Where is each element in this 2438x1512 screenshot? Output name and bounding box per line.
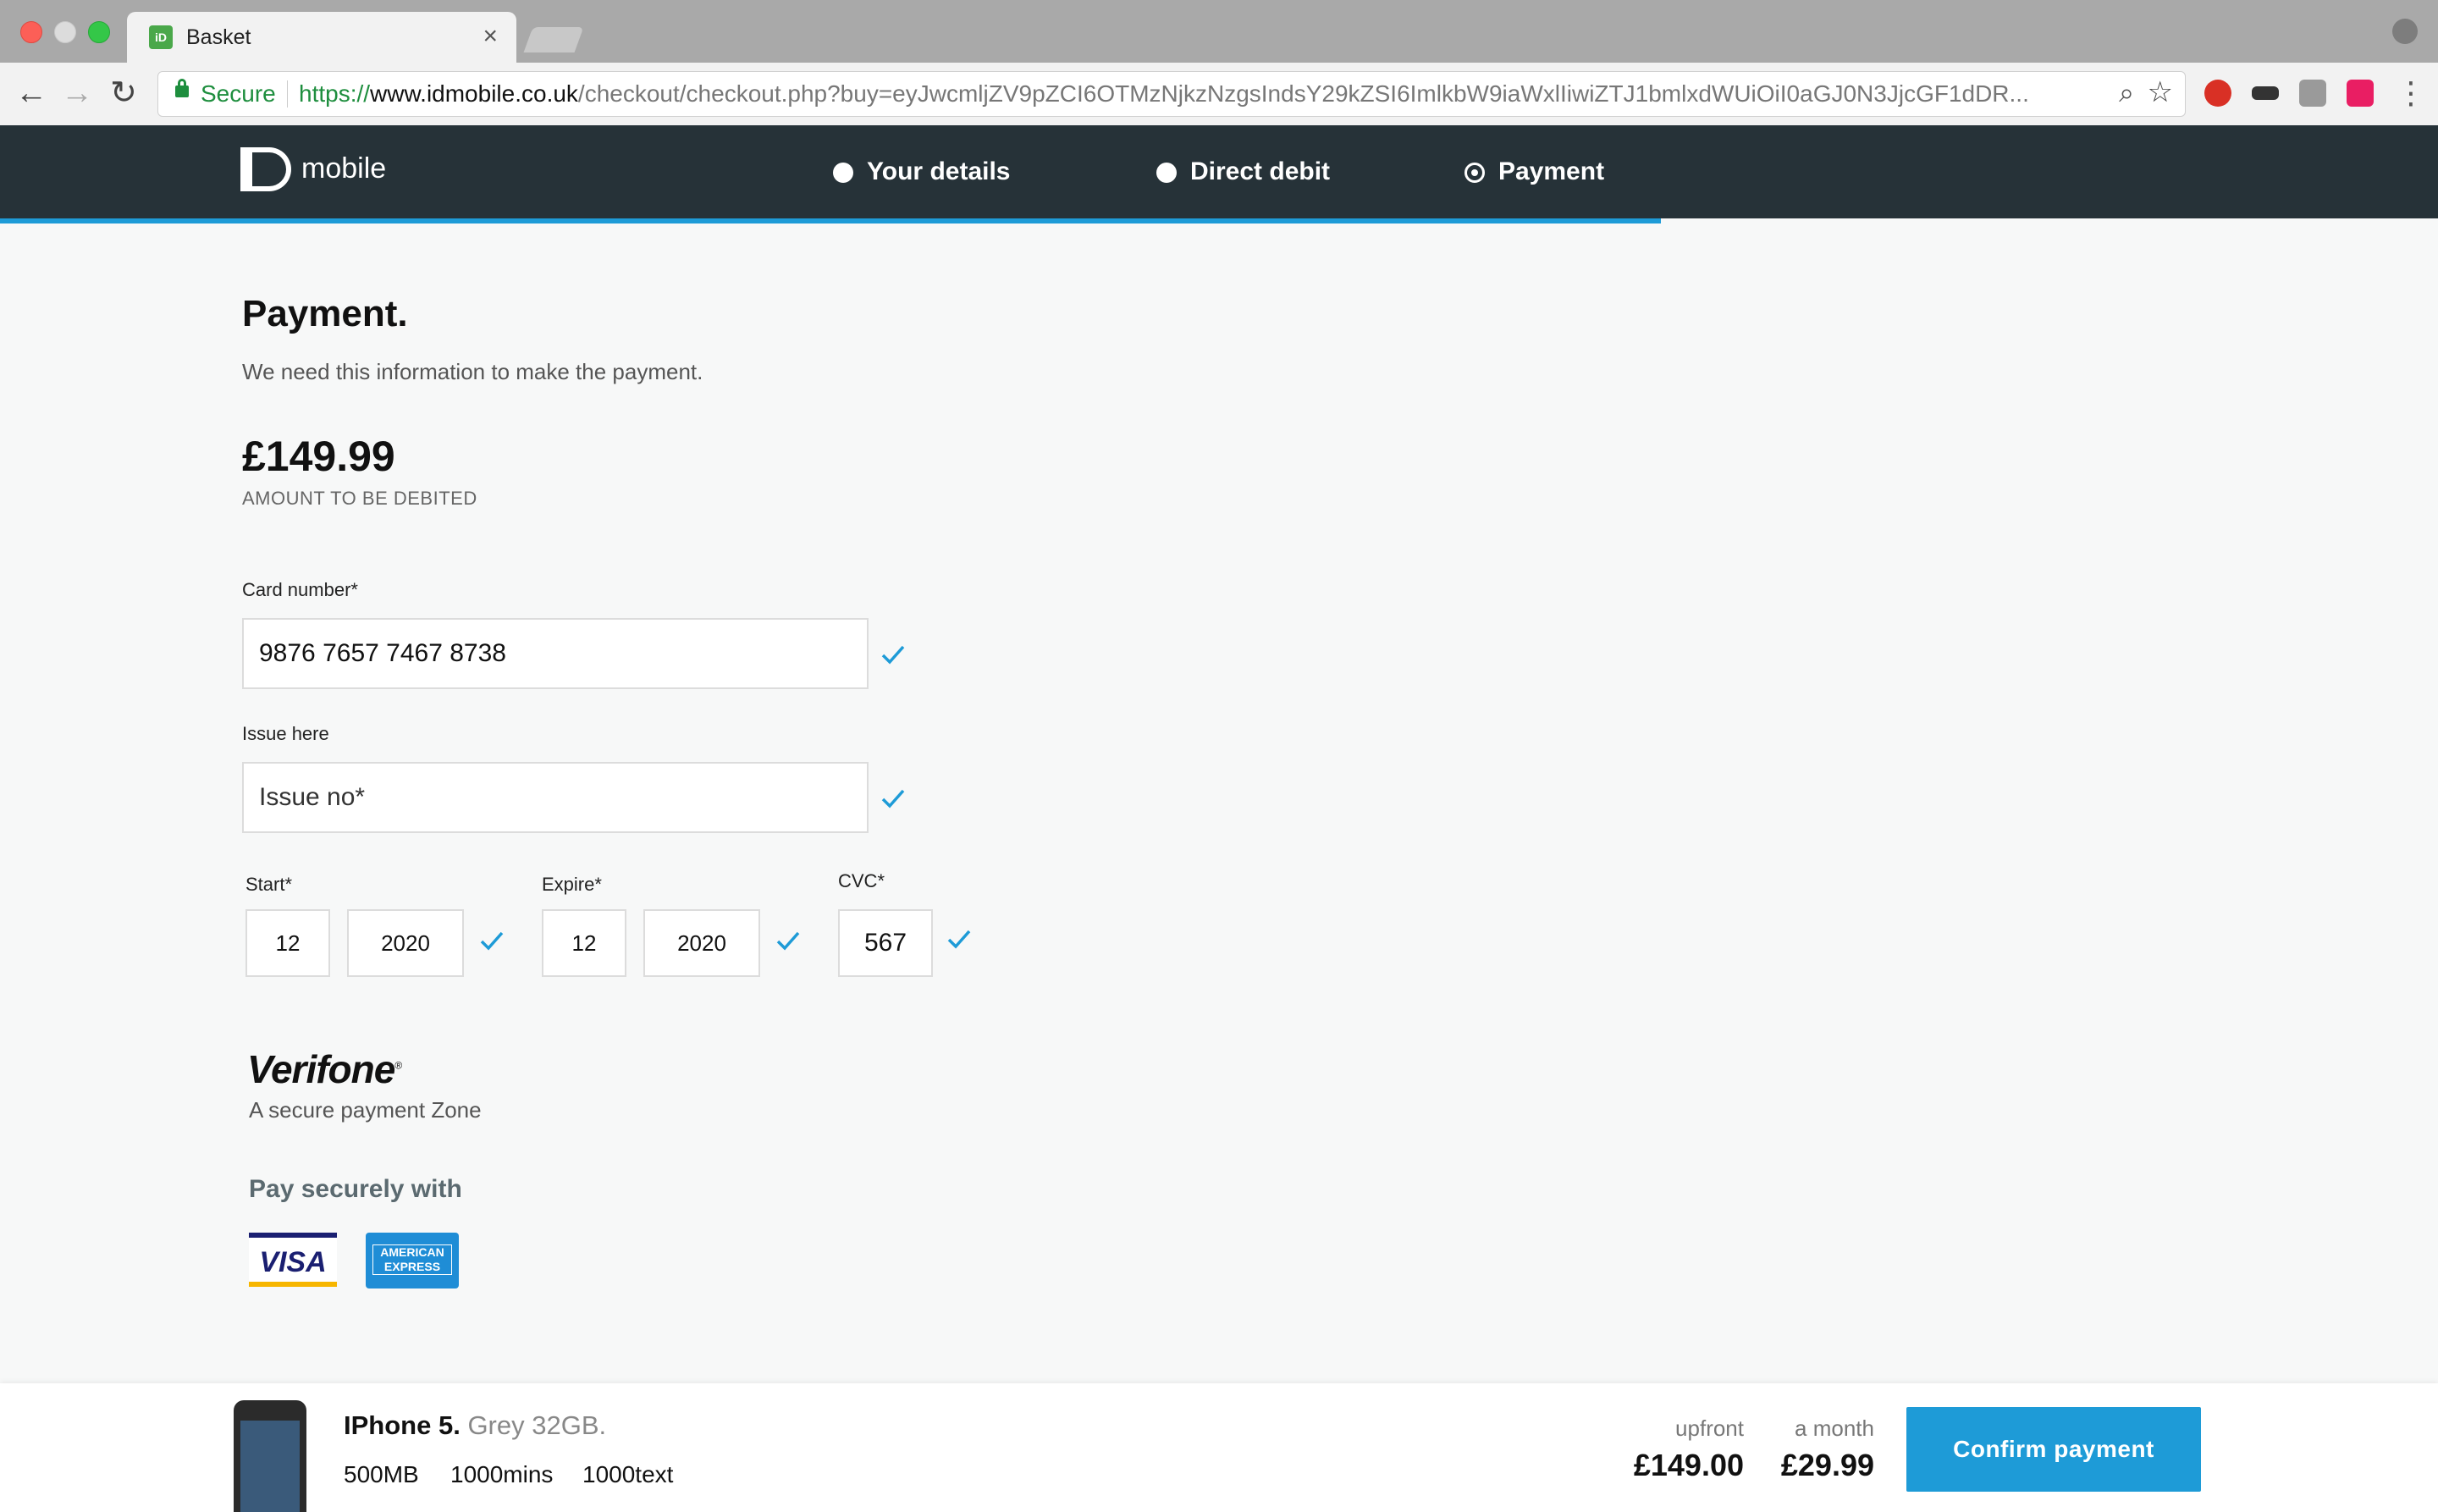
step-active-dot-icon xyxy=(1464,163,1485,183)
monthly-price: £29.99 xyxy=(1780,1448,1874,1482)
product-name: IPhone 5. Grey 32GB. xyxy=(344,1410,606,1441)
product-model: IPhone 5. xyxy=(344,1410,461,1440)
url-path: /checkout/checkout.php?buy=eyJwcmljZV9pZ… xyxy=(577,80,2029,107)
back-arrow-icon[interactable]: ← xyxy=(15,74,47,112)
forward-arrow-icon[interactable]: → xyxy=(61,74,93,112)
extension-camera-icon[interactable] xyxy=(2299,80,2326,107)
url-text[interactable]: https://www.idmobile.co.uk/checkout/chec… xyxy=(299,80,2034,108)
checkout-progress-bar xyxy=(0,218,1661,223)
tab-close-icon[interactable]: × xyxy=(483,22,498,51)
iphone-product-image xyxy=(234,1400,306,1512)
phone-screen xyxy=(240,1421,300,1512)
start-year-input[interactable] xyxy=(347,909,464,977)
start-date-label: Start* xyxy=(245,874,293,895)
pay-securely-heading: Pay securely with xyxy=(249,1175,462,1203)
id-logo-mark-icon xyxy=(240,147,291,191)
reload-icon[interactable]: ↻ xyxy=(110,74,137,112)
page-subtitle: We need this information to make the pay… xyxy=(242,359,703,384)
amex-card-logo: AMERICAN EXPRESS xyxy=(366,1233,459,1289)
issue-number-input[interactable] xyxy=(242,762,869,833)
card-number-valid-check-icon xyxy=(880,642,906,667)
start-date-valid-check-icon xyxy=(479,928,505,953)
cvc-valid-check-icon xyxy=(946,926,972,952)
order-summary-bar: IPhone 5. Grey 32GB. 500MB 1000mins 1000… xyxy=(0,1383,2438,1512)
profile-icon[interactable] xyxy=(2392,19,2418,44)
close-window-button[interactable] xyxy=(20,21,42,43)
extension-adblock-icon[interactable] xyxy=(2204,80,2231,107)
idmobile-favicon-icon: iD xyxy=(149,25,173,49)
page-title: Payment. xyxy=(242,293,408,334)
amount-value: £149.99 xyxy=(242,433,395,480)
browser-tab-bar: iD Basket × xyxy=(0,0,2438,63)
verifone-logo-text: Verifone xyxy=(247,1047,395,1091)
address-bar[interactable]: Secure https://www.idmobile.co.uk/checko… xyxy=(157,71,2186,117)
issue-valid-check-icon xyxy=(880,786,906,811)
expire-date-valid-check-icon xyxy=(775,928,801,953)
new-tab-button[interactable] xyxy=(523,27,584,52)
zoom-icon[interactable]: ⌕ xyxy=(2119,77,2134,109)
browser-tab-basket[interactable]: iD Basket × xyxy=(127,12,516,63)
issue-label: Issue here xyxy=(242,723,329,744)
expire-date-label: Expire* xyxy=(542,874,602,895)
checkout-header: mobile Your details Direct debit Payment xyxy=(0,125,2438,218)
monthly-label: a month xyxy=(1795,1415,1874,1441)
cvc-input[interactable] xyxy=(838,909,933,977)
extension-calendar-icon[interactable] xyxy=(2347,80,2374,107)
maximize-window-button[interactable] xyxy=(88,21,110,43)
secure-label: Secure xyxy=(201,80,276,107)
expire-year-input[interactable] xyxy=(643,909,760,977)
logo-text: mobile xyxy=(301,152,387,185)
url-scheme: https:// xyxy=(299,80,371,107)
lock-icon xyxy=(175,79,189,97)
upfront-price: £149.00 xyxy=(1633,1448,1744,1482)
minimize-window-button[interactable] xyxy=(54,21,76,43)
step-dot-icon xyxy=(1156,163,1177,183)
step-label: Payment xyxy=(1498,157,1605,185)
plan-data-spec: 500MB xyxy=(344,1461,419,1487)
verifone-tagline: A secure payment Zone xyxy=(249,1097,482,1123)
upfront-label: upfront xyxy=(1675,1415,1744,1441)
visa-logo-text: VISA xyxy=(259,1246,327,1278)
tab-title: Basket xyxy=(186,25,251,49)
registered-mark: ® xyxy=(394,1059,402,1072)
visa-card-logo: VISA xyxy=(249,1233,337,1287)
url-host: www.idmobile.co.uk xyxy=(370,80,578,107)
product-variant: Grey 32GB. xyxy=(467,1410,607,1440)
extension-incognito-icon[interactable] xyxy=(2252,86,2279,100)
card-number-label: Card number* xyxy=(242,579,358,600)
step-label: Your details xyxy=(867,157,1011,185)
step-dot-icon xyxy=(833,163,853,183)
amount-caption: AMOUNT TO BE DEBITED xyxy=(242,488,477,509)
cvc-label: CVC* xyxy=(838,870,885,891)
plan-texts-spec: 1000text xyxy=(582,1461,674,1487)
browser-menu-icon[interactable]: ⋮ xyxy=(2396,74,2426,112)
start-month-input[interactable] xyxy=(245,909,330,977)
amex-logo-text: AMERICAN EXPRESS xyxy=(372,1244,452,1275)
plan-minutes-spec: 1000mins xyxy=(450,1461,554,1487)
verifone-logo: Verifone® xyxy=(247,1046,402,1092)
card-number-input[interactable] xyxy=(242,618,869,689)
bookmark-star-icon[interactable]: ☆ xyxy=(2148,75,2173,109)
url-divider xyxy=(287,80,288,108)
expire-month-input[interactable] xyxy=(542,909,626,977)
confirm-payment-button[interactable]: Confirm payment xyxy=(1906,1407,2201,1492)
browser-toolbar: ← → ↻ Secure https://www.idmobile.co.uk/… xyxy=(0,63,2438,126)
step-label: Direct debit xyxy=(1190,157,1331,185)
